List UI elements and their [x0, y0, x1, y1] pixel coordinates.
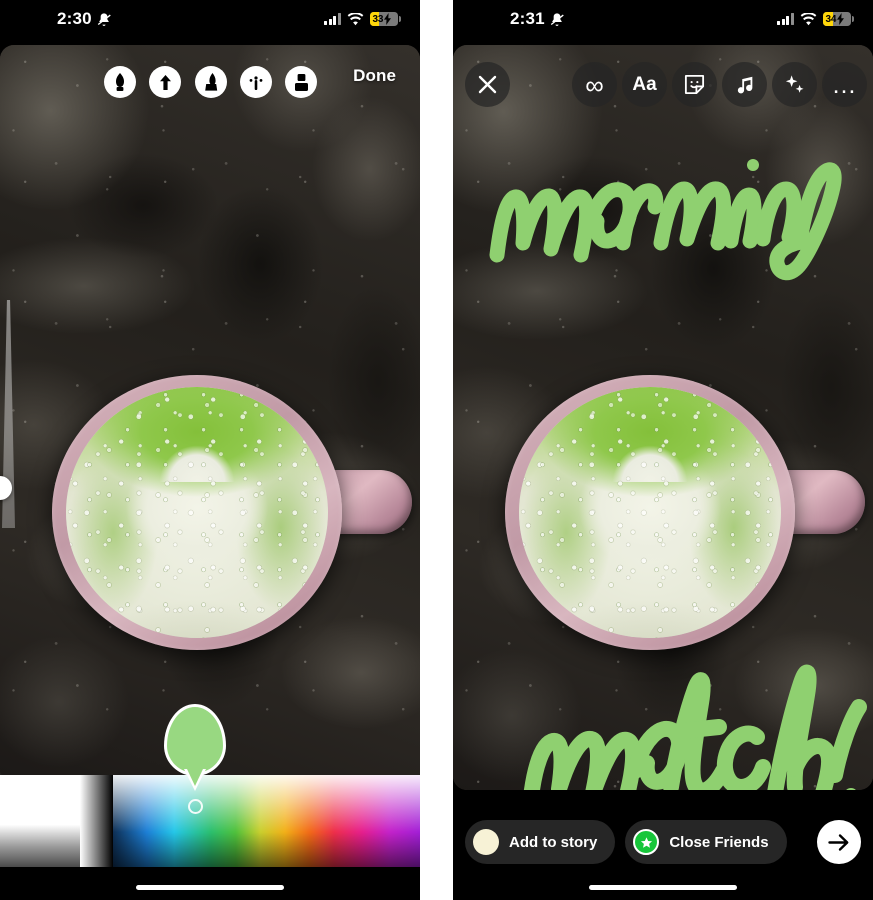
next-button[interactable]: [817, 820, 861, 864]
left-photo-canvas[interactable]: [0, 45, 420, 775]
text-icon: Aa: [632, 73, 657, 95]
status-time: 2:31: [510, 9, 545, 28]
right-status-bar: 2:31 34: [453, 0, 873, 45]
right-phone-screen: 2:31 34 ∞ Aa … Add to story Close Friend…: [453, 0, 873, 900]
close-button[interactable]: [465, 62, 510, 107]
spectrum-grayscale-band[interactable]: [0, 775, 80, 867]
wifi-icon: [347, 12, 364, 25]
close-friends-star-icon: [633, 829, 660, 855]
story-editor-toolbar: ∞ Aa …: [453, 62, 873, 108]
color-picker-cursor[interactable]: [188, 799, 203, 814]
sticker-icon: [684, 74, 705, 95]
home-indicator: [136, 885, 284, 890]
close-friends-label: Close Friends: [669, 833, 769, 851]
more-options-button[interactable]: …: [822, 62, 867, 107]
eraser-tool[interactable]: [285, 66, 317, 98]
sparkles-icon: [785, 75, 804, 93]
silent-bell-icon: [97, 13, 111, 26]
pen-icon: [116, 73, 124, 91]
drawing-toolbar: Done: [0, 62, 420, 102]
charging-bolt-icon: [384, 13, 392, 25]
more-options-icon: …: [831, 70, 858, 99]
add-to-story-button[interactable]: Add to story: [465, 820, 616, 864]
battery-percent: 33: [372, 13, 384, 25]
done-button[interactable]: Done: [353, 66, 396, 86]
eraser-icon: [294, 73, 308, 91]
status-right-cluster: 33: [323, 12, 401, 26]
color-dropper-marker[interactable]: [164, 704, 226, 791]
color-spectrum-picker[interactable]: [0, 775, 420, 867]
music-icon: [737, 76, 752, 93]
battery-charging-icon: 34: [823, 12, 854, 26]
neon-glow-icon: [249, 76, 263, 90]
boomerang-icon: ∞: [585, 69, 604, 100]
next-arrow-icon: [828, 833, 849, 851]
music-button[interactable]: [722, 62, 767, 107]
boomerang-button[interactable]: ∞: [572, 62, 617, 107]
silent-bell-icon: [550, 13, 564, 26]
neon-tool[interactable]: [240, 66, 272, 98]
arrow-up-icon: [159, 74, 171, 90]
star-icon: [640, 836, 652, 848]
story-share-bar: Add to story Close Friends: [453, 817, 873, 867]
cellular-bars-icon: [776, 13, 794, 25]
story-avatar: [473, 829, 499, 855]
effects-button[interactable]: [772, 62, 817, 107]
screenshot-stage: 2:30 33 Done 2:31 34 ∞ Aa … Add to story…: [0, 0, 873, 900]
right-photo-canvas[interactable]: [453, 45, 873, 790]
marker-icon: [204, 73, 217, 91]
arrow-tool[interactable]: [149, 66, 181, 98]
close-icon: [478, 75, 497, 94]
battery-percent: 34: [825, 13, 837, 25]
handwriting-morning[interactable]: [471, 103, 861, 293]
wifi-icon: [800, 12, 817, 25]
add-to-story-label: Add to story: [509, 833, 598, 851]
close-friends-button[interactable]: Close Friends: [625, 820, 787, 864]
battery-charging-icon: 33: [370, 12, 401, 26]
handwriting-matcha[interactable]: [513, 645, 873, 790]
left-phone-screen: 2:30 33 Done: [0, 0, 420, 900]
cellular-bars-icon: [323, 13, 341, 25]
text-button[interactable]: Aa: [622, 62, 667, 107]
spectrum-blackwhite-band[interactable]: [80, 775, 113, 867]
left-status-bar: 2:30 33: [0, 0, 420, 45]
home-indicator: [589, 885, 737, 890]
marker-tool[interactable]: [195, 66, 227, 98]
pen-tool[interactable]: [104, 66, 136, 98]
charging-bolt-icon: [837, 13, 845, 25]
status-time: 2:30: [57, 9, 92, 28]
status-right-cluster: 34: [776, 12, 854, 26]
sticker-button[interactable]: [672, 62, 717, 107]
spectrum-hue-band[interactable]: [113, 775, 420, 867]
